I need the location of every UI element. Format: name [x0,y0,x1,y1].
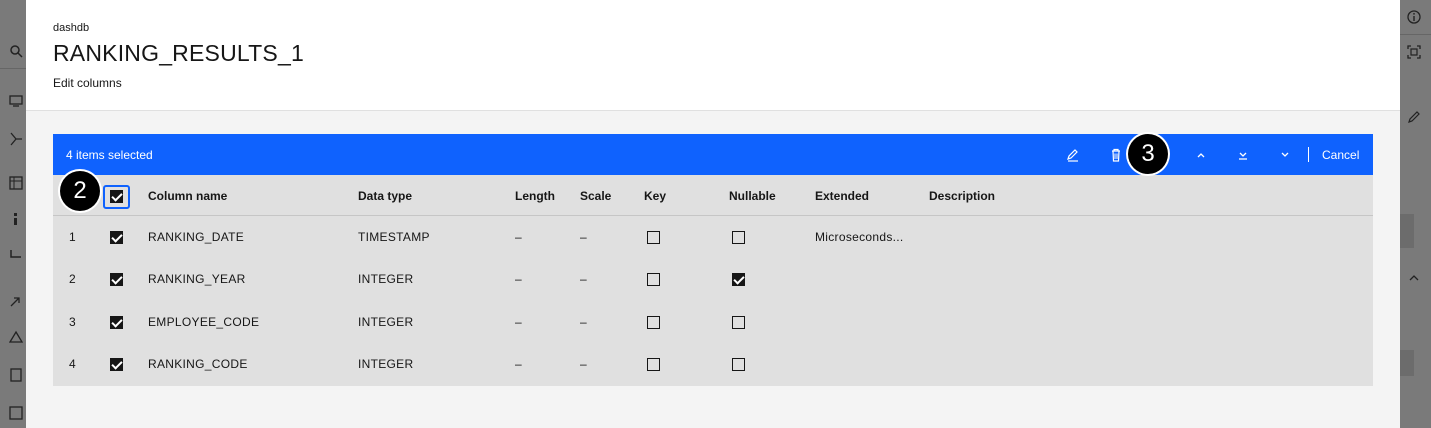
header-description[interactable]: Description [929,189,995,203]
data-type-cell: INTEGER [358,315,414,329]
table-row[interactable]: 1 RANKING_DATE TIMESTAMP – – Microsecond… [53,216,1373,258]
scale-cell: – [580,230,587,244]
data-type-cell: TIMESTAMP [358,230,430,244]
edit-columns-modal: dashdb RANKING_RESULTS_1 Edit columns 4 … [26,0,1400,428]
step-badge-2: 2 [60,171,100,211]
modal-title: RANKING_RESULTS_1 [53,40,304,66]
row-select-checkbox[interactable] [110,231,123,244]
scale-cell: – [580,357,587,371]
modal-subtitle: Edit columns [53,76,122,90]
length-cell: – [515,272,522,286]
branch-icon [10,132,22,146]
nullable-checkbox[interactable] [732,358,745,371]
nullable-checkbox[interactable] [732,273,745,286]
search-icon [10,45,23,58]
chart-icon [9,406,23,420]
row-number: 4 [69,357,76,371]
pencil-icon [1408,111,1420,123]
key-checkbox[interactable] [647,316,660,329]
key-checkbox[interactable] [647,358,660,371]
fit-screen-icon [1407,45,1421,59]
column-name-cell: EMPLOYEE_CODE [148,315,260,329]
length-cell: – [515,230,522,244]
data-type-cell: INTEGER [358,272,414,286]
data-type-cell: INTEGER [358,357,414,371]
header-data-type[interactable]: Data type [358,189,412,203]
delete-button[interactable] [1105,144,1127,166]
scale-cell: – [580,315,587,329]
move-down-icon [1281,152,1289,157]
move-to-bottom-button[interactable] [1232,144,1254,166]
header-key[interactable]: Key [644,189,666,203]
move-up-button[interactable] [1190,144,1212,166]
modal-eyebrow: dashdb [53,22,90,34]
row-select-checkbox[interactable] [110,358,123,371]
background-right-rail [1400,0,1431,428]
move-down-button[interactable] [1274,144,1296,166]
batch-action-bar: 4 items selected Cancel [53,134,1373,175]
flow-icon [10,250,21,258]
row-number: 3 [69,315,76,329]
trash-icon [1112,148,1120,162]
move-up-icon [1197,153,1205,158]
key-checkbox[interactable] [647,273,660,286]
info-icon [14,213,17,225]
table-row[interactable]: 4 RANKING_CODE INTEGER – – [53,343,1373,385]
cancel-button[interactable]: Cancel [1322,148,1359,162]
batch-divider [1308,147,1309,162]
table-row[interactable]: 2 RANKING_YEAR INTEGER – – [53,258,1373,300]
header-extended[interactable]: Extended [815,189,869,203]
table-icon [9,176,23,190]
nullable-checkbox[interactable] [732,316,745,329]
edit-icon [1067,149,1078,162]
header-column-name[interactable]: Column name [148,189,227,203]
row-number: 1 [69,230,76,244]
table-header: Column name Data type Length Scale Key N… [53,175,1373,216]
monitor-icon [9,95,23,107]
document-icon [10,368,22,382]
extended-cell: Microseconds... [815,230,904,244]
select-all-checkbox[interactable] [110,190,123,203]
column-name-cell: RANKING_DATE [148,230,245,244]
row-select-checkbox[interactable] [110,273,123,286]
modal-header: dashdb RANKING_RESULTS_1 Edit columns [26,0,1400,111]
header-nullable[interactable]: Nullable [729,189,776,203]
move-to-bottom-icon [1239,152,1247,160]
key-checkbox[interactable] [647,231,660,244]
length-cell: – [515,357,522,371]
selected-count: 4 items selected [66,148,153,162]
column-name-cell: RANKING_CODE [148,357,248,371]
row-number: 2 [69,272,76,286]
columns-table: 4 items selected Cancel Column name Data… [53,134,1373,386]
header-length[interactable]: Length [515,189,555,203]
column-name-cell: RANKING_YEAR [148,272,246,286]
table-row[interactable]: 3 EMPLOYEE_CODE INTEGER – – [53,301,1373,343]
arrow-icon [10,297,20,307]
edit-button[interactable] [1062,144,1084,166]
triangle-icon [9,330,23,343]
header-scale[interactable]: Scale [580,189,611,203]
chevron-up-icon [1409,275,1419,281]
step-badge-3: 3 [1128,134,1168,174]
nullable-checkbox[interactable] [732,231,745,244]
scale-cell: – [580,272,587,286]
background-left-rail [0,0,26,428]
info-circle-icon [1407,10,1421,24]
row-select-checkbox[interactable] [110,316,123,329]
length-cell: – [515,315,522,329]
